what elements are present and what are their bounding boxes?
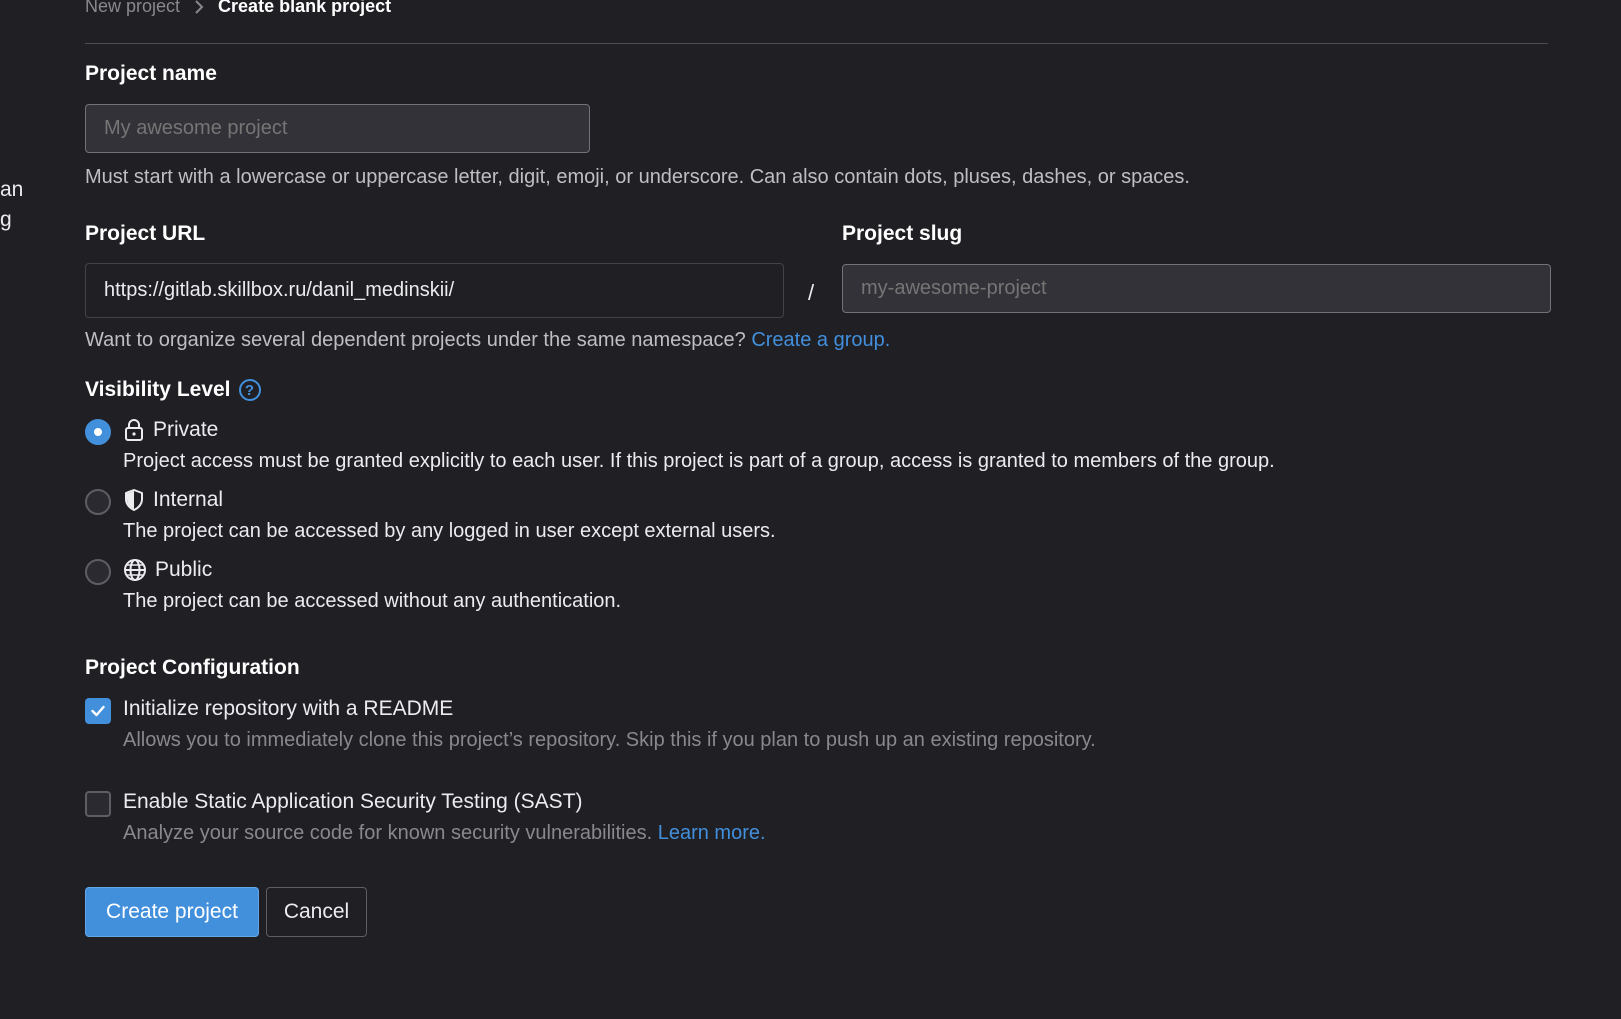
visibility-private-radio[interactable] <box>85 419 111 445</box>
question-circle-icon[interactable]: ? <box>238 379 261 401</box>
project-url-value: https://gitlab.skillbox.ru/danil_medinsk… <box>104 279 455 301</box>
visibility-internal-option[interactable]: Internal <box>123 488 223 512</box>
namespace-help-text: Want to organize several dependent proje… <box>85 329 752 351</box>
readme-checkbox-label[interactable]: Initialize repository with a README <box>123 697 453 721</box>
create-project-page: an g New project Create blank project Pr… <box>0 0 1621 1019</box>
project-name-input[interactable] <box>85 104 590 153</box>
visibility-public-description: The project can be accessed without any … <box>123 590 622 612</box>
cancel-button[interactable]: Cancel <box>266 887 367 937</box>
visibility-internal-radio[interactable] <box>85 489 111 515</box>
checkmark-icon <box>91 705 105 717</box>
visibility-public-title: Public <box>155 558 213 581</box>
create-group-link[interactable]: Create a group. <box>751 329 890 351</box>
url-slug-separator: / <box>808 280 815 305</box>
sidebar-text-fragment: an <box>0 178 24 201</box>
lock-icon <box>123 418 145 442</box>
sast-checkbox-label[interactable]: Enable Static Application Security Testi… <box>123 790 583 814</box>
project-url-label: Project URL <box>85 222 206 245</box>
visibility-public-radio[interactable] <box>85 559 111 585</box>
header-divider <box>85 43 1548 44</box>
readme-checkbox[interactable] <box>85 698 111 724</box>
visibility-level-heading: Visibility Level ? <box>85 378 261 402</box>
breadcrumb-current: Create blank project <box>218 0 392 16</box>
project-configuration-label: Project Configuration <box>85 656 300 679</box>
project-slug-input[interactable] <box>842 264 1551 313</box>
visibility-internal-title: Internal <box>153 488 224 511</box>
learn-more-link[interactable]: Learn more. <box>658 822 766 844</box>
visibility-private-description: Project access must be granted explicitl… <box>123 450 1275 472</box>
visibility-public-option[interactable]: Public <box>123 558 212 582</box>
project-slug-label: Project slug <box>842 222 963 245</box>
shield-icon <box>123 488 145 512</box>
globe-icon <box>123 558 147 582</box>
project-name-help: Must start with a lowercase or uppercase… <box>85 166 1190 188</box>
namespace-help: Want to organize several dependent proje… <box>85 329 890 352</box>
visibility-level-label: Visibility Level <box>85 378 231 401</box>
breadcrumb: New project Create blank project <box>85 0 391 17</box>
sast-description: Analyze your source code for known secur… <box>123 822 766 845</box>
visibility-private-option[interactable]: Private <box>123 418 218 442</box>
sidebar-text-fragment: g <box>0 208 12 231</box>
sast-description-text: Analyze your source code for known secur… <box>123 822 658 844</box>
create-project-button[interactable]: Create project <box>85 887 259 937</box>
breadcrumb-new-project-link[interactable]: New project <box>85 0 180 17</box>
project-url-field[interactable]: https://gitlab.skillbox.ru/danil_medinsk… <box>85 263 784 318</box>
chevron-right-icon <box>194 0 204 14</box>
project-name-label: Project name <box>85 62 217 85</box>
readme-description: Allows you to immediately clone this pro… <box>123 729 1096 751</box>
sast-checkbox[interactable] <box>85 791 111 817</box>
visibility-internal-description: The project can be accessed by any logge… <box>123 520 776 542</box>
visibility-private-title: Private <box>153 418 219 441</box>
